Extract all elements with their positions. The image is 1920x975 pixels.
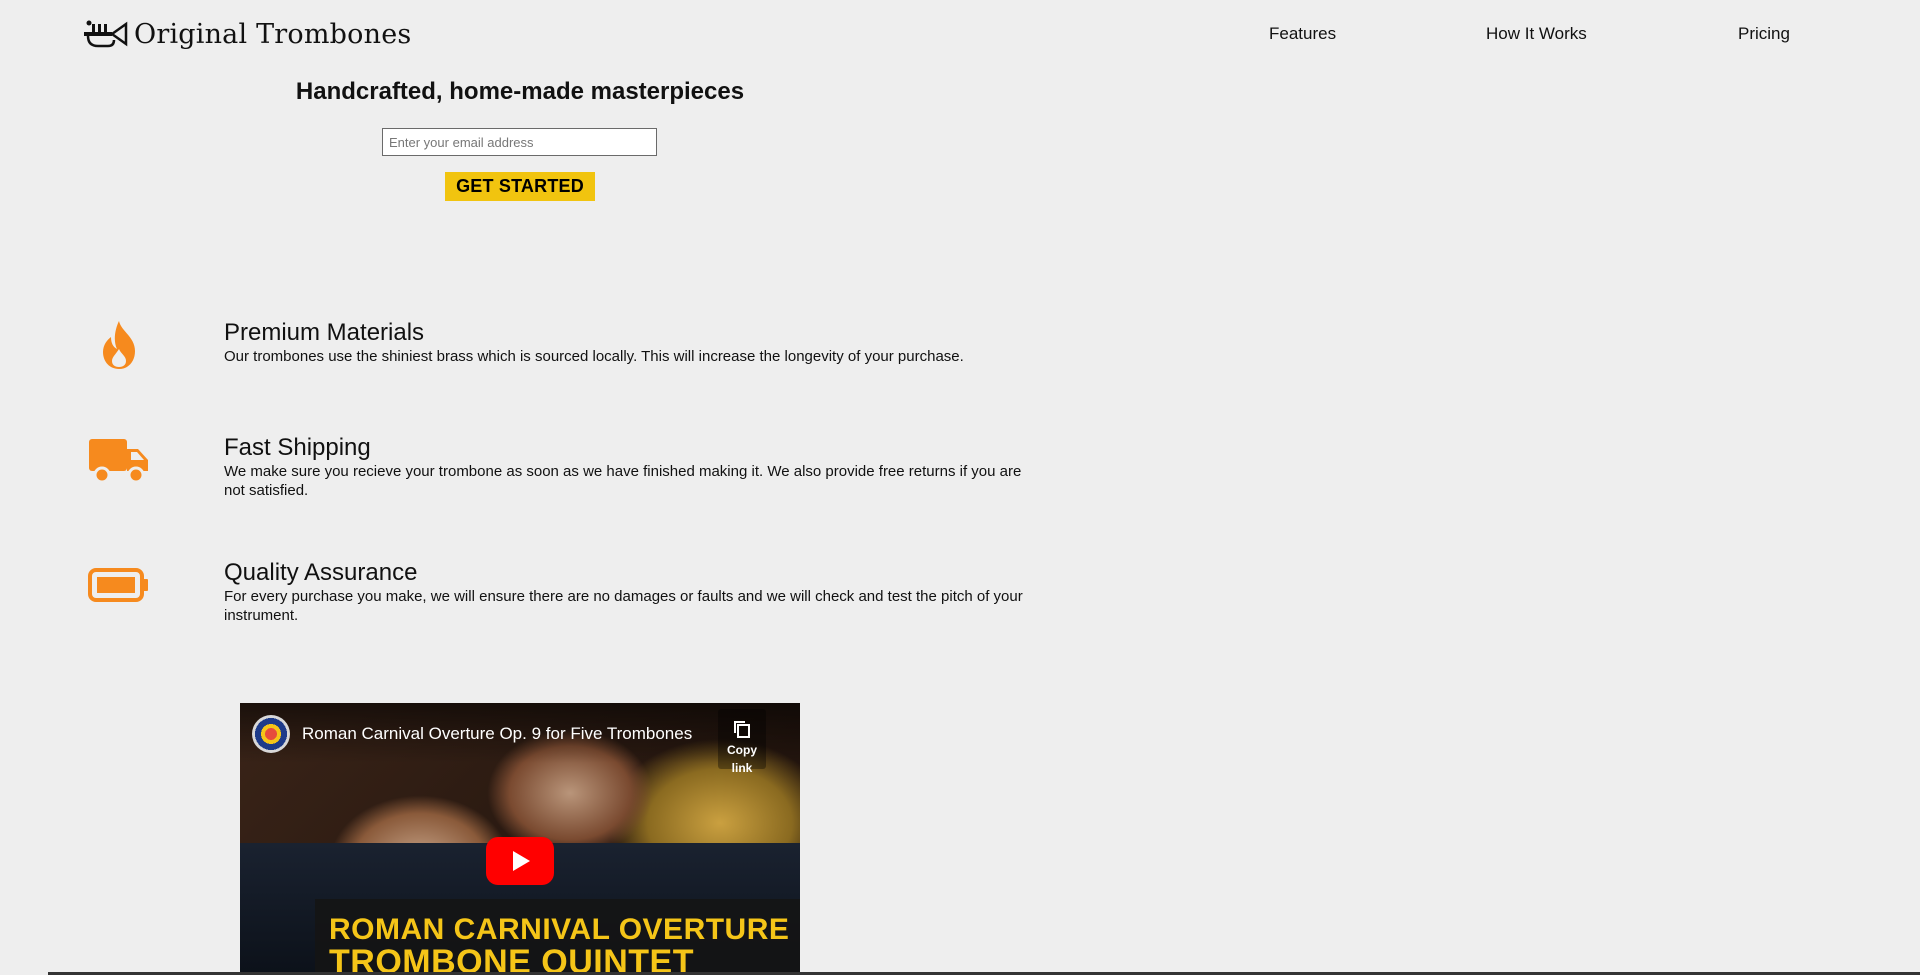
youtube-video-embed[interactable]: Roman Carnival Overture Op. 9 for Five T… [240,703,800,975]
banner-line-2: TROMBONE QUINTET [329,943,694,975]
nav-link-pricing[interactable]: Pricing [1738,24,1790,44]
copy-link-button[interactable]: Copy link [718,709,766,775]
battery-icon [86,555,152,615]
nav-link-how-it-works[interactable]: How It Works [1486,24,1587,44]
fire-icon [86,315,152,375]
video-title[interactable]: Roman Carnival Overture Op. 9 for Five T… [302,724,692,744]
email-input[interactable] [382,128,657,156]
feature-text: For every purchase you make, we will ens… [224,588,1023,624]
video-banner: ROMAN CARNIVAL OVERTURE TROMBONE QUINTET [315,899,800,975]
feature-title: Fast Shipping [224,434,371,461]
copy-link-label: Copy link [727,743,757,775]
nav-link-features[interactable]: Features [1269,24,1336,44]
banner-line-1: ROMAN CARNIVAL OVERTURE [329,913,790,946]
hero-title: Handcrafted, home-made masterpieces [295,78,745,105]
truck-icon [86,430,152,490]
site-header: Original Trombones Features How It Works… [0,0,1920,70]
copy-icon [734,721,750,738]
feature-title: Quality Assurance [224,559,418,586]
hero-section: Handcrafted, home-made masterpieces [260,78,780,106]
feature-text: Our trombones use the shiniest brass whi… [224,348,964,365]
channel-avatar[interactable] [252,715,290,753]
play-icon[interactable] [486,837,554,885]
feature-title: Premium Materials [224,319,425,346]
feature-text: We make sure you recieve your trombone a… [224,463,1022,499]
get-started-button[interactable]: GET STARTED [445,172,595,201]
main-nav: Features How It Works Pricing [0,24,1920,48]
